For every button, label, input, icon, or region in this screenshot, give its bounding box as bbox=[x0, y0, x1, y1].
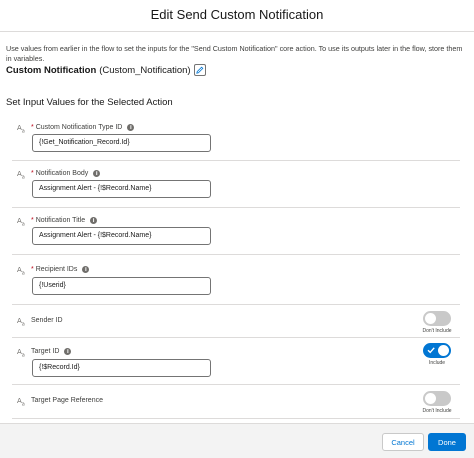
check-icon bbox=[427, 347, 435, 354]
notification-title-input[interactable]: Assignment Alert - {!$Record.Name} bbox=[32, 227, 211, 245]
toggle-switch[interactable] bbox=[423, 343, 451, 358]
done-button[interactable]: Done bbox=[428, 433, 466, 451]
field-row-target-page-reference: Aa Target Page Reference Don't Include bbox=[12, 385, 460, 419]
notification-type-id-input[interactable]: {!Get_Notification_Record.Id} bbox=[32, 134, 211, 152]
action-name-row: Custom Notification (Custom_Notification… bbox=[6, 64, 206, 76]
action-description: Use values from earlier in the flow to s… bbox=[6, 44, 463, 63]
info-icon[interactable]: i bbox=[90, 217, 98, 224]
field-label: * Custom Notification Type ID i bbox=[31, 124, 135, 131]
toggle-switch[interactable] bbox=[423, 311, 451, 326]
info-icon[interactable]: i bbox=[93, 170, 101, 177]
notification-body-input[interactable]: Assignment Alert - {!$Record.Name} bbox=[32, 180, 211, 198]
sender-id-include-toggle[interactable]: Don't Include bbox=[417, 311, 457, 334]
toggle-label: Include bbox=[428, 360, 446, 366]
required-marker: * bbox=[31, 170, 34, 177]
section-title: Set Input Values for the Selected Action bbox=[6, 97, 173, 108]
field-row-notification-title: Aa * Notification Title i Assignment Ale… bbox=[12, 208, 460, 255]
field-label: * Notification Body i bbox=[31, 170, 101, 177]
text-type-icon: Aa bbox=[17, 124, 25, 135]
field-row-notification-body: Aa * Notification Body i Assignment Aler… bbox=[12, 161, 460, 208]
field-label: Target ID i bbox=[31, 348, 72, 355]
field-label: * Notification Title i bbox=[31, 217, 98, 224]
target-page-reference-include-toggle[interactable]: Don't Include bbox=[417, 391, 457, 414]
recipient-ids-input[interactable]: {!Userid} bbox=[32, 277, 211, 295]
text-type-icon: Aa bbox=[17, 217, 25, 228]
modal-title: Edit Send Custom Notification bbox=[150, 7, 324, 22]
required-marker: * bbox=[31, 217, 34, 224]
field-row-recipient-ids: Aa * Recipient IDs i {!Userid} bbox=[12, 255, 460, 305]
required-marker: * bbox=[31, 266, 34, 273]
input-values-list: Aa * Custom Notification Type ID i {!Get… bbox=[12, 114, 460, 419]
toggle-label: Don't Include bbox=[422, 328, 452, 334]
text-type-icon: Aa bbox=[17, 170, 25, 181]
text-type-icon: Aa bbox=[17, 397, 25, 408]
text-type-icon: Aa bbox=[17, 348, 25, 359]
edit-action-modal: Edit Send Custom Notification Use values… bbox=[0, 0, 474, 458]
pencil-icon[interactable] bbox=[193, 64, 206, 76]
toggle-label: Don't Include bbox=[422, 408, 452, 414]
required-marker: * bbox=[31, 124, 34, 131]
field-label: Sender ID bbox=[31, 317, 63, 324]
text-type-icon: Aa bbox=[17, 266, 25, 277]
toggle-switch[interactable] bbox=[423, 391, 451, 406]
field-label: Target Page Reference bbox=[31, 397, 103, 404]
target-id-include-toggle[interactable]: Include bbox=[417, 343, 457, 366]
field-row-target-id: Aa Target ID i {!$Record.Id} Include bbox=[12, 338, 460, 385]
field-row-notification-type-id: Aa * Custom Notification Type ID i {!Get… bbox=[12, 114, 460, 161]
cancel-button[interactable]: Cancel bbox=[382, 433, 424, 451]
field-label: * Recipient IDs i bbox=[31, 266, 90, 273]
info-icon[interactable]: i bbox=[82, 266, 90, 273]
field-row-sender-id: Aa Sender ID Don't Include bbox=[12, 305, 460, 338]
info-icon[interactable]: i bbox=[64, 348, 72, 355]
text-type-icon: Aa bbox=[17, 317, 25, 328]
info-icon[interactable]: i bbox=[127, 124, 135, 131]
modal-header: Edit Send Custom Notification bbox=[0, 0, 474, 32]
modal-footer: Cancel Done bbox=[0, 423, 474, 458]
action-name: Custom Notification bbox=[6, 64, 97, 76]
target-id-input[interactable]: {!$Record.Id} bbox=[32, 359, 211, 377]
action-api-name: (Custom_Notification) bbox=[99, 64, 191, 76]
